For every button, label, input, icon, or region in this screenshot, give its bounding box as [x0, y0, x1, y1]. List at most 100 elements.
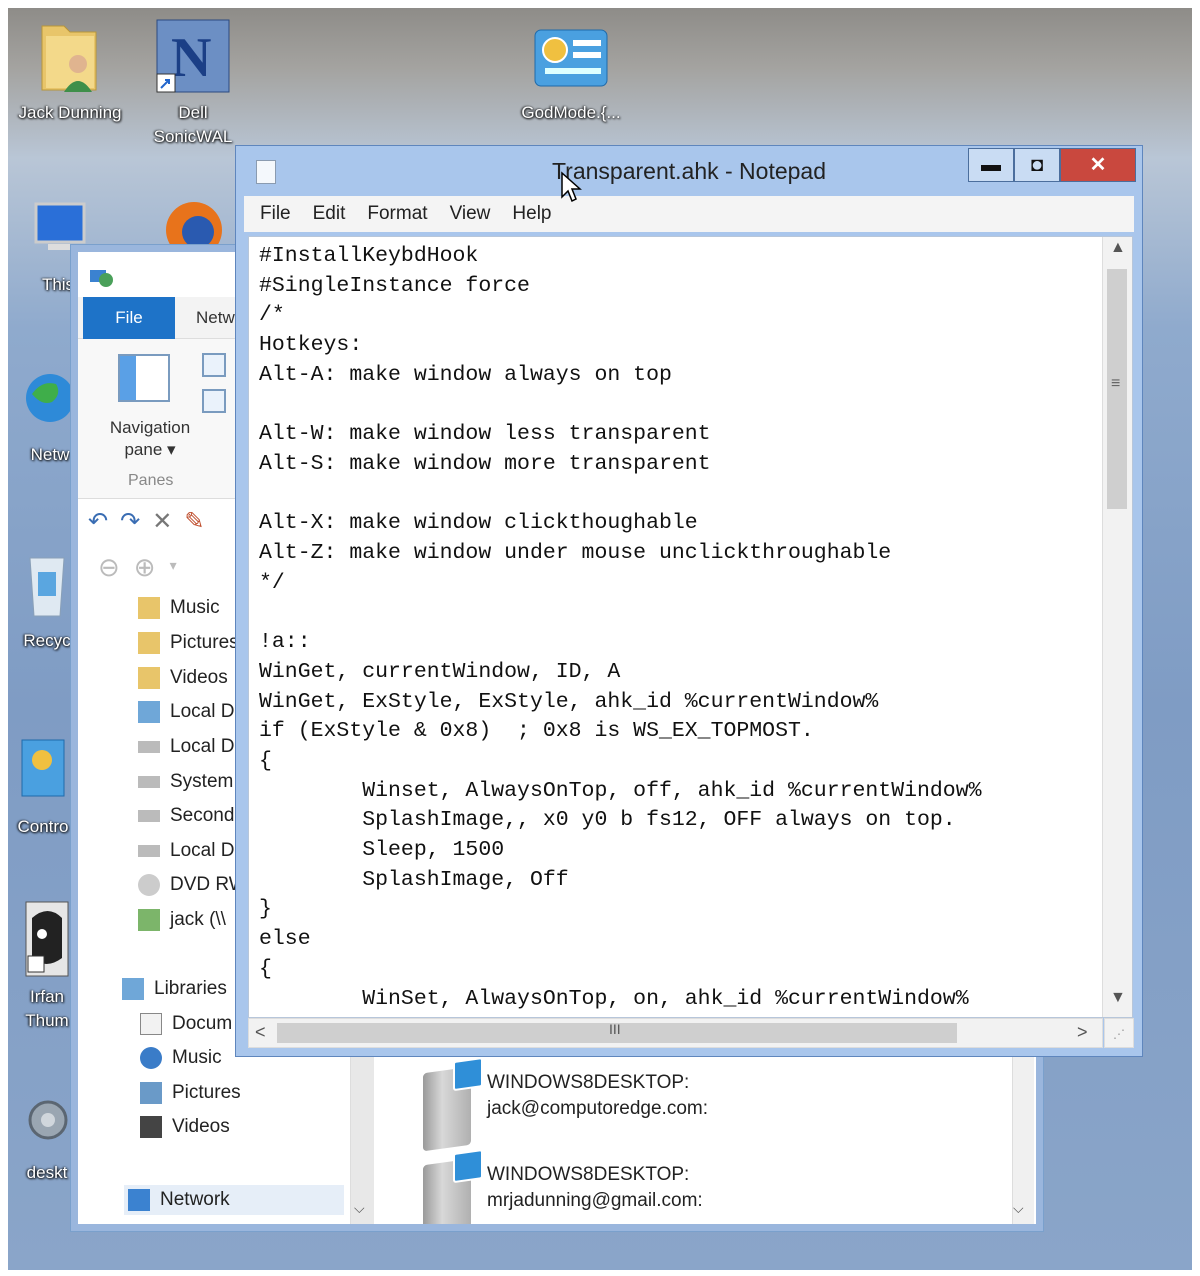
content-scrollbar[interactable]: [1012, 1057, 1034, 1224]
desktop-icon-control-panel[interactable]: Contro: [10, 734, 76, 839]
network-drive-icon: [423, 1066, 471, 1152]
tree-item-label: Second: [170, 805, 235, 826]
desktop-icon-dell-sonicwall[interactable]: N Dell SonicWAL: [138, 16, 248, 149]
tree-item-label: Music: [172, 1047, 222, 1068]
pictures-icon: [140, 1082, 162, 1104]
irfanview-icon: [25, 901, 69, 977]
desktop-icon-label: Contro: [17, 817, 69, 836]
dvd-icon: [138, 874, 160, 896]
desktop-icon-recycle-bin[interactable]: Recyc: [16, 548, 78, 653]
desktop-icon-godmode[interactable]: GodMode.{...: [506, 26, 636, 125]
vertical-scrollbar[interactable]: ▲ ≡ ▼: [1102, 237, 1132, 1017]
tree-item-pictures[interactable]: Pictures: [138, 632, 239, 654]
desktop-icon-label-line2: Thum: [25, 1011, 69, 1030]
desktop-icon-irfan-thumbnails[interactable]: Irfan Thum: [16, 898, 78, 1033]
documents-icon: [140, 1013, 162, 1035]
desktop-icon-label: GodMode.{...: [521, 103, 621, 122]
menu-help[interactable]: Help: [512, 196, 551, 232]
tree-item-network[interactable]: Network: [124, 1185, 344, 1215]
tree-item-libraries[interactable]: Libraries: [122, 978, 227, 1000]
network-item-name: WINDOWS8DESKTOP:: [487, 1072, 690, 1093]
videos-folder-icon: [138, 667, 160, 689]
windows-drive-icon: [138, 701, 160, 723]
forward-icon[interactable]: ⊕: [134, 552, 156, 583]
firefox-icon[interactable]: [162, 196, 226, 246]
tree-item-label: Pictures: [170, 632, 239, 653]
editor-text[interactable]: #InstallKeybdHook #SingleInstance force …: [259, 242, 1099, 1014]
desktop-icon-label: Jack Dunning: [18, 103, 122, 122]
libraries-icon: [122, 978, 144, 1000]
tree-item-second[interactable]: Second: [138, 805, 234, 827]
tree-item-library-pictures[interactable]: Pictures: [140, 1082, 241, 1104]
tree-item-local-disk-c[interactable]: Local Di: [138, 701, 239, 723]
drive-icon: [138, 741, 160, 753]
control-panel-icon: [21, 739, 65, 797]
close-button[interactable]: ✕: [1060, 148, 1136, 182]
tree-item-label: Music: [170, 597, 220, 618]
tab-network[interactable]: Netw: [196, 297, 235, 339]
tree-item-local-disk-3[interactable]: Local Di: [138, 840, 239, 862]
resize-grip-icon[interactable]: ⋰: [1104, 1018, 1134, 1048]
chevron-down-icon[interactable]: ▾: [170, 552, 177, 583]
horizontal-scrollbar[interactable]: < III >: [248, 1018, 1103, 1048]
menu-view[interactable]: View: [450, 196, 491, 232]
details-pane-icon[interactable]: [202, 389, 226, 413]
menu-file[interactable]: File: [260, 196, 291, 232]
tree-item-label: Videos: [170, 667, 228, 688]
tree-item-system[interactable]: System: [138, 771, 233, 793]
network-item[interactable]: WINDOWS8DESKTOP: mrjadunning@gmail.com:: [423, 1158, 703, 1224]
desktop-icon-jack-dunning[interactable]: Jack Dunning: [8, 16, 132, 125]
navigation-pane-icon[interactable]: [118, 354, 170, 402]
network-drive-icon: [138, 909, 160, 931]
chevron-down-icon[interactable]: ⌵: [354, 1200, 365, 1217]
tree-item-documents[interactable]: Docum: [140, 1013, 232, 1035]
scroll-right-icon[interactable]: >: [1077, 1022, 1088, 1043]
scroll-left-icon[interactable]: <: [255, 1022, 266, 1043]
tab-file[interactable]: File: [83, 297, 175, 339]
minimize-button[interactable]: ▬: [968, 148, 1014, 182]
network-item[interactable]: WINDOWS8DESKTOP: jack@computoredge.com:: [423, 1066, 708, 1152]
drive-icon: [138, 776, 160, 788]
recycle-bin-icon: [29, 557, 65, 617]
delete-icon[interactable]: ✕: [152, 507, 172, 537]
maximize-button[interactable]: ◘: [1014, 148, 1060, 182]
text-editor[interactable]: #InstallKeybdHook #SingleInstance force …: [248, 236, 1133, 1018]
menu-edit[interactable]: Edit: [313, 196, 346, 232]
tree-item-label: Libraries: [154, 978, 227, 999]
network-item-name: WINDOWS8DESKTOP:: [487, 1164, 690, 1185]
tree-item-local-disk-2[interactable]: Local Di: [138, 736, 239, 758]
tree-item-music[interactable]: Music: [138, 597, 220, 619]
redo-icon[interactable]: ↷: [120, 507, 140, 537]
tree-item-jack-share[interactable]: jack (\\: [138, 909, 226, 931]
tree-item-videos[interactable]: Videos: [138, 667, 228, 689]
navigation-buttons: ⊖ ⊕ ▾: [98, 552, 177, 583]
network-drive-icon: [423, 1158, 471, 1224]
navigation-pane-button[interactable]: Navigation pane ▾: [90, 417, 210, 461]
gear-icon: [28, 1100, 68, 1140]
tree-item-label: System: [170, 771, 234, 792]
scroll-down-icon[interactable]: ▼: [1110, 989, 1126, 1007]
rename-icon[interactable]: ✎: [184, 507, 204, 537]
menu-format[interactable]: Format: [367, 196, 427, 232]
navigation-pane-scrollbar[interactable]: [350, 1057, 374, 1224]
undo-icon[interactable]: ↶: [88, 507, 108, 537]
svg-text:N: N: [171, 27, 211, 89]
navigation-pane-label-line2: pane ▾: [124, 440, 176, 459]
scroll-up-icon[interactable]: ▲: [1110, 239, 1126, 257]
desktop-icon-label: Recyc: [23, 631, 71, 650]
quick-access-toolbar: ↶ ↷ ✕ ✎: [88, 507, 204, 537]
videos-icon: [140, 1116, 162, 1138]
tree-item-label: Videos: [172, 1116, 230, 1137]
tree-item-dvd-rw[interactable]: DVD RW: [138, 874, 247, 896]
chevron-down-icon[interactable]: ⌵: [1013, 1200, 1024, 1217]
tree-item-library-music[interactable]: Music: [140, 1047, 222, 1069]
scroll-grip-icon: ≡: [1111, 375, 1121, 392]
preview-pane-icon[interactable]: [202, 353, 226, 377]
back-icon[interactable]: ⊖: [98, 552, 120, 583]
network-item-user: jack@computoredge.com:: [487, 1098, 708, 1119]
network-icon: [90, 270, 113, 287]
scroll-grip-icon: III: [609, 1021, 621, 1037]
notepad-window[interactable]: Transparent.ahk - Notepad ▬ ◘ ✕ File Edi…: [235, 145, 1143, 1057]
pictures-folder-icon: [138, 632, 160, 654]
tree-item-library-videos[interactable]: Videos: [140, 1116, 230, 1138]
